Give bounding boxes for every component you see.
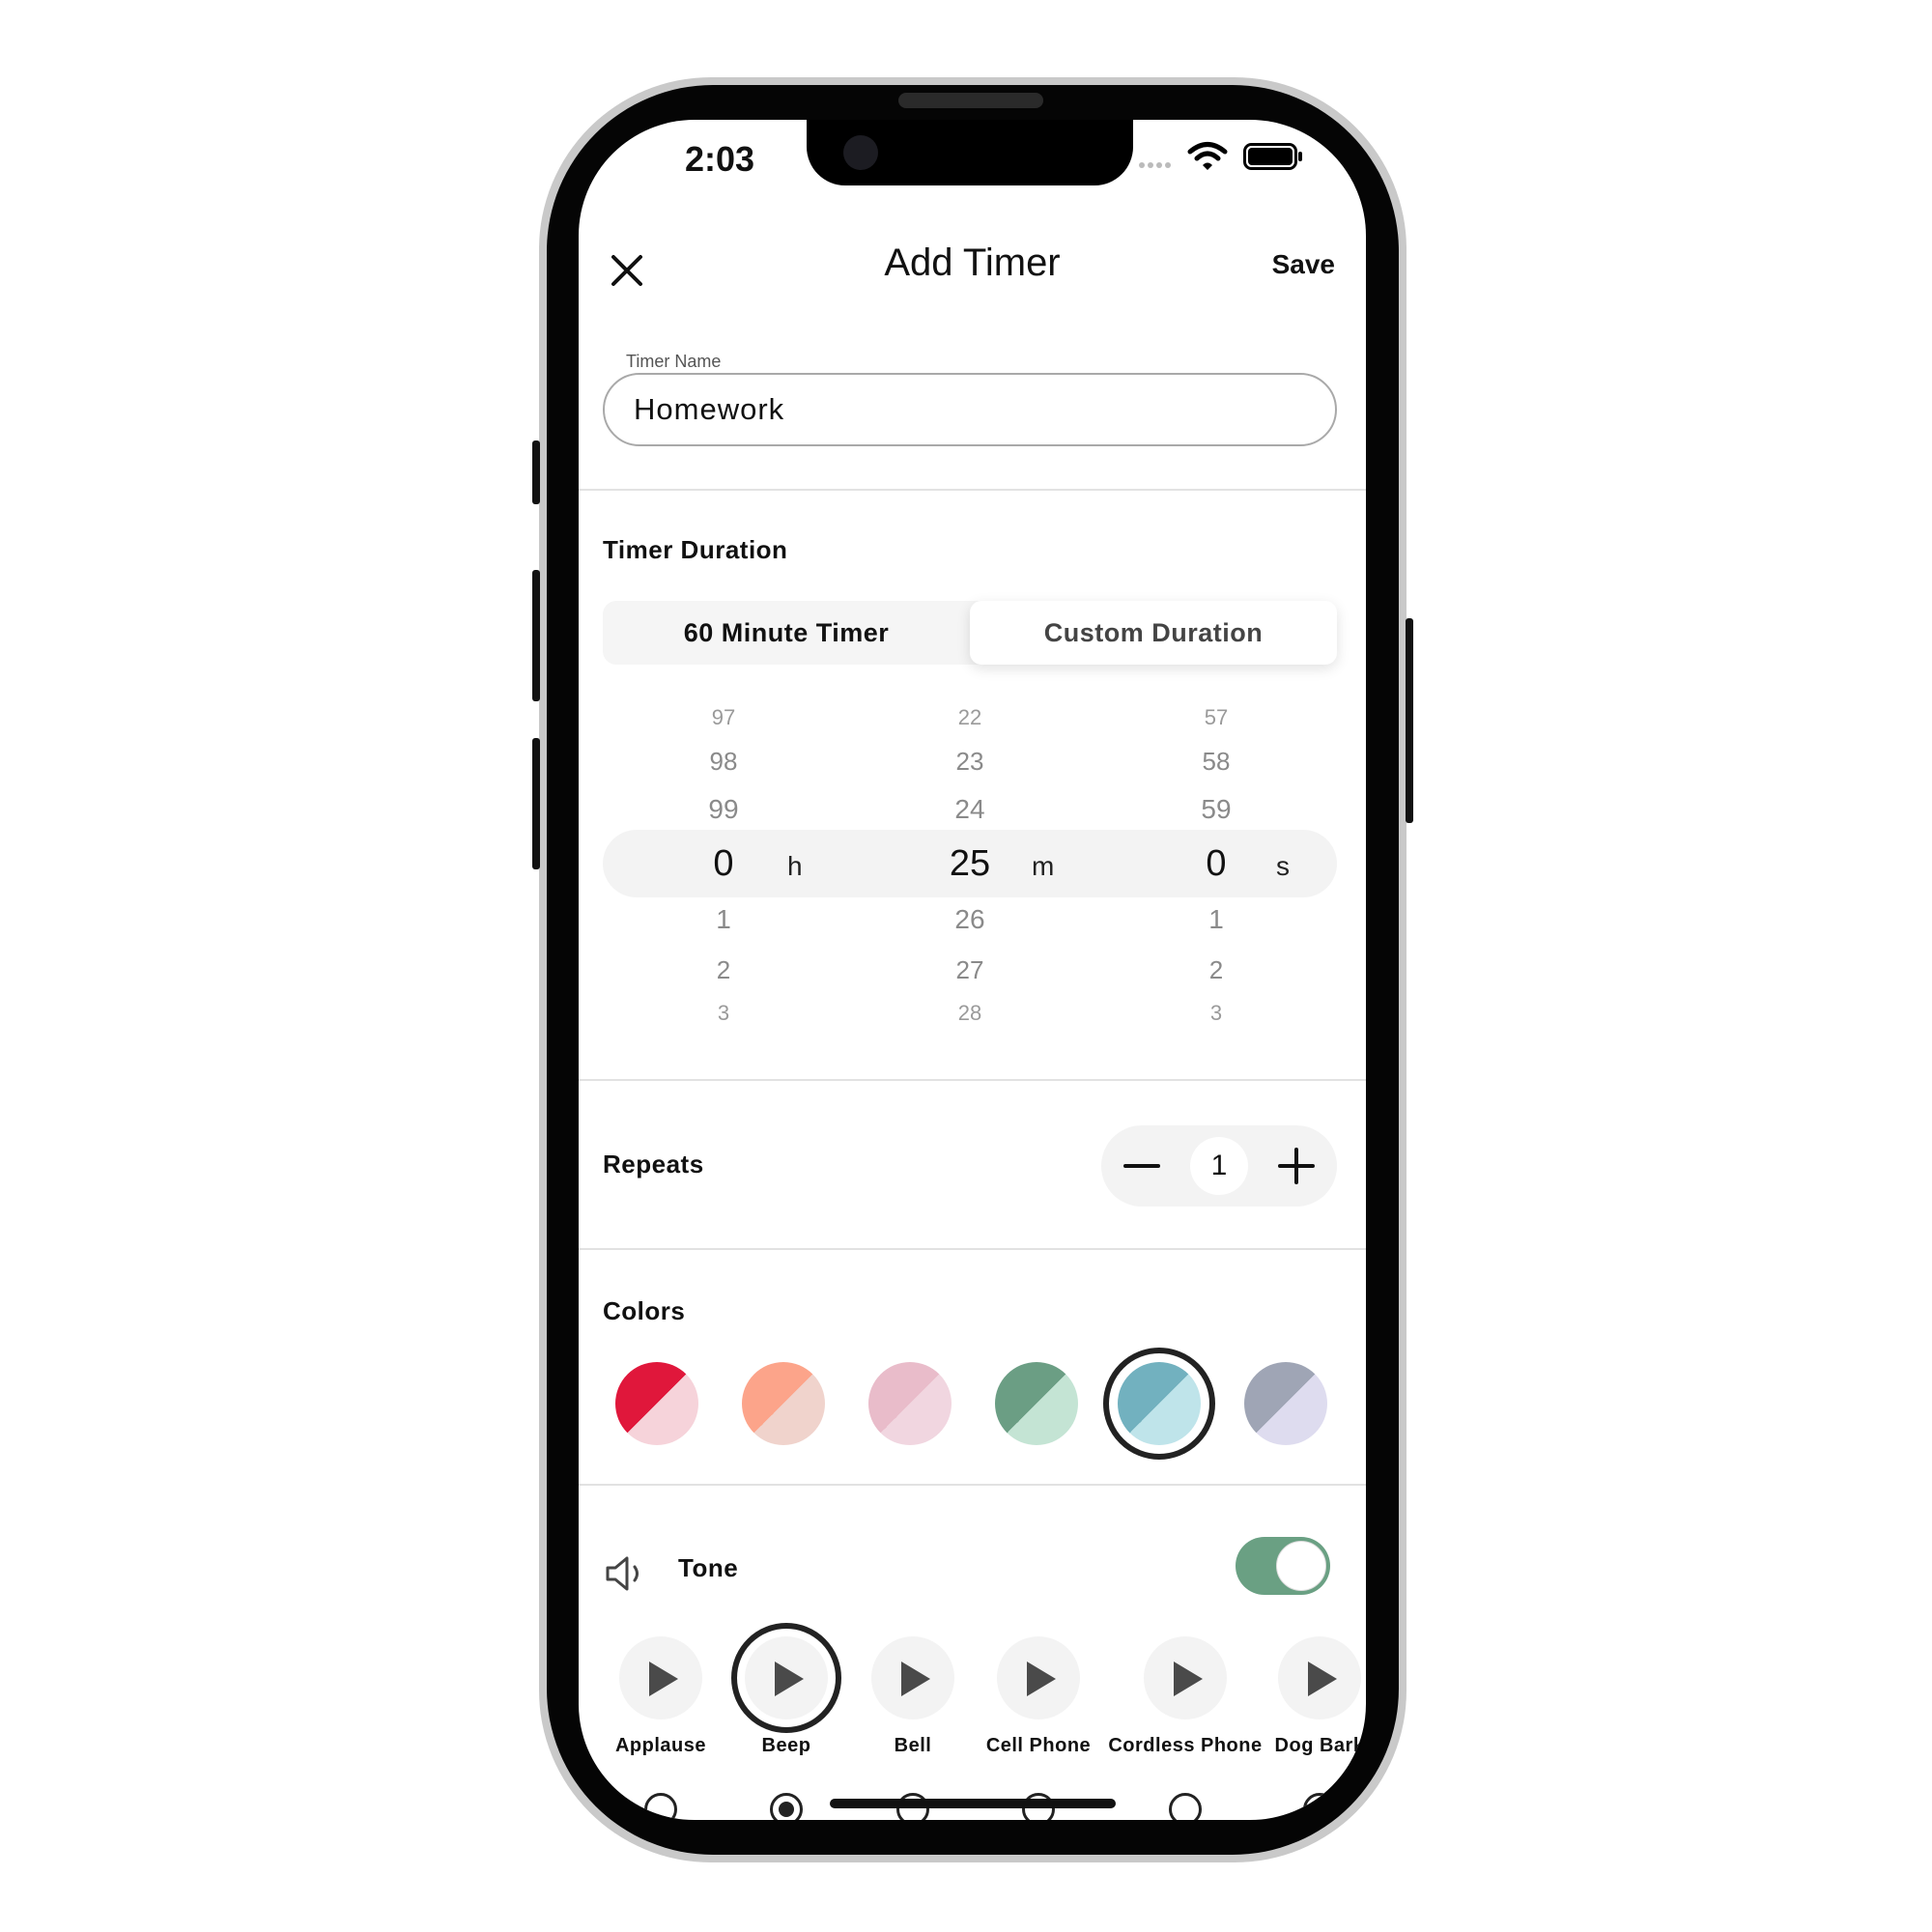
page-title: Add Timer [884,242,1061,284]
tone-label: Tone [678,1553,739,1582]
section-divider [579,489,1366,491]
duration-mode-selector: 60 Minute Timer Custom Duration [603,601,1337,665]
picker-value: 22 [957,705,982,729]
picker-value: 59 [1201,794,1232,824]
picker-value: 3 [1209,1001,1223,1025]
tone-label: Cell Phone [985,1735,1092,1756]
section-divider [579,1248,1366,1250]
tone-play-button[interactable] [1278,1636,1361,1719]
color-swatch[interactable] [995,1362,1078,1445]
picker-value: 28 [957,1001,982,1025]
tone-label: Cordless Phone [1108,1735,1263,1756]
tone-label: Dog Bark [1274,1735,1365,1756]
color-swatch[interactable] [868,1362,952,1445]
picker-value: 26 [954,904,985,934]
tone-radio[interactable] [1169,1793,1202,1820]
picker-value: 27 [955,955,984,984]
section-divider [579,1079,1366,1081]
home-indicator [830,1799,1116,1808]
hours-selected-value: 0 [713,843,734,884]
minus-icon [1123,1164,1160,1168]
status-time: 2:03 [685,139,755,179]
selected-color-ring [1103,1348,1215,1460]
selected-tone-ring [731,1623,841,1733]
color-swatch[interactable] [742,1362,825,1445]
tone-radio[interactable] [644,1793,677,1820]
colors-label: Colors [603,1296,686,1325]
section-divider [579,1484,1366,1486]
picker-value: 99 [708,794,739,824]
front-camera [843,135,878,170]
tone-play-button[interactable] [1144,1636,1227,1719]
picker-value: 97 [711,705,736,729]
tone-play-button[interactable] [871,1636,954,1719]
picker-value: 23 [955,747,984,776]
tone-radio[interactable] [770,1793,803,1820]
battery-icon [1243,143,1302,170]
picker-value: 2 [1208,955,1224,984]
color-swatch[interactable] [1244,1362,1327,1445]
picker-value: 98 [709,747,738,776]
hours-unit: h [787,851,803,881]
timer-duration-label: Timer Duration [603,535,788,564]
picker-value: 3 [717,1001,730,1025]
tone-toggle[interactable] [1236,1537,1330,1595]
tone-radio[interactable] [1303,1793,1336,1820]
volume-up-button [532,570,540,701]
picker-value: 1 [1208,904,1224,934]
tone-play-button[interactable] [997,1636,1080,1719]
mute-switch [532,440,540,504]
repeats-label: Repeats [603,1150,704,1179]
power-button [1406,618,1413,823]
tab-custom-duration[interactable]: Custom Duration [970,601,1337,665]
timer-name-input[interactable]: Homework [603,373,1337,446]
volume-down-button [532,738,540,869]
speaker-icon [606,1556,639,1591]
tab-60-minute-timer[interactable]: 60 Minute Timer [603,601,970,665]
repeats-stepper: 1 [1101,1125,1337,1207]
wifi-icon [1187,142,1228,170]
color-swatch[interactable] [615,1362,698,1445]
increment-button[interactable] [1256,1125,1337,1207]
decrement-button[interactable] [1101,1125,1182,1207]
cellular-signal-icon [1139,162,1171,168]
minutes-selected-value: 25 [949,843,991,884]
seconds-selected-value: 0 [1206,843,1227,884]
picker-value: 2 [716,955,731,984]
picker-value: 57 [1204,705,1229,729]
phone-screen: 2:03 Add Timer Save Timer Name Homework … [579,120,1366,1820]
play-icon [901,1662,930,1696]
play-icon [1308,1662,1337,1696]
repeats-value: 1 [1190,1137,1248,1195]
tone-play-button[interactable] [619,1636,702,1719]
picker-value: 1 [716,904,731,934]
save-button[interactable]: Save [1272,249,1335,280]
timer-name-label: Timer Name [626,352,722,371]
plus-icon [1278,1148,1315,1184]
toggle-knob [1276,1541,1326,1591]
picker-value: 24 [954,794,985,824]
play-icon [1027,1662,1056,1696]
minutes-unit: m [1032,851,1055,881]
notch [807,120,1133,185]
seconds-unit: s [1276,851,1290,881]
earpiece-speaker [898,93,1043,108]
play-icon [1174,1662,1203,1696]
picker-value: 58 [1202,747,1231,776]
play-icon [649,1662,678,1696]
